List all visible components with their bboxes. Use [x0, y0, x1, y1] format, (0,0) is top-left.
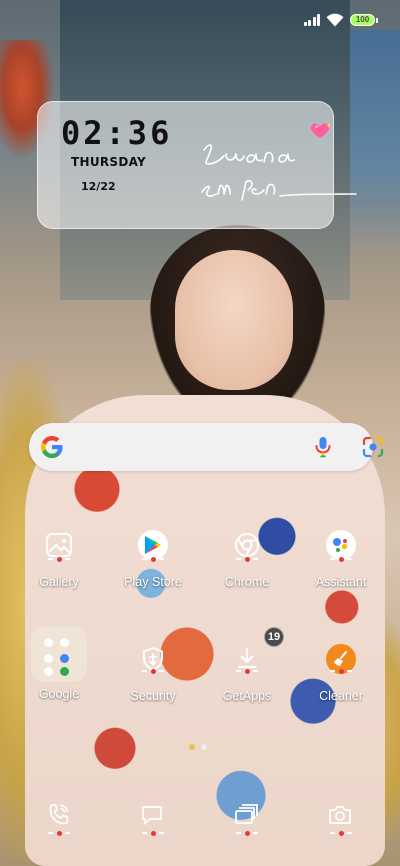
sparkling-heart-icon: [311, 123, 332, 138]
app-label-play-store: Play Store: [124, 575, 182, 589]
app-chrome[interactable]: Chrome: [200, 528, 294, 608]
camera-icon: [329, 806, 351, 824]
microphone-icon[interactable]: [314, 436, 332, 458]
app-security[interactable]: Security: [106, 642, 200, 722]
icon-ornament: [48, 556, 70, 562]
icon-ornament: [48, 830, 70, 836]
wallpaper-person-face: [175, 250, 293, 390]
dock-camera[interactable]: [320, 795, 360, 835]
app-label-cleaner: Cleaner: [319, 689, 363, 703]
icon-ornament: [236, 830, 258, 836]
icon-ornament: [142, 668, 164, 674]
app-label-assistant: Assistant: [315, 575, 367, 589]
clock-time: 02:36: [61, 114, 173, 152]
clock-date: 12/22: [81, 180, 116, 193]
battery-tip: [376, 17, 378, 23]
dock-recent-apps[interactable]: [226, 795, 266, 835]
app-folder-google[interactable]: Google: [12, 626, 106, 706]
icon-ornament: [142, 556, 164, 562]
icon-ornament: [330, 830, 352, 836]
icon-ornament: [236, 556, 258, 562]
page-indicator[interactable]: [189, 744, 207, 750]
app-play-store[interactable]: Play Store: [106, 528, 200, 608]
app-label-chrome: Chrome: [224, 575, 270, 589]
app-label-security: Security: [130, 689, 176, 703]
clock-widget[interactable]: 02:36 THURSDAY 12/22: [37, 101, 357, 229]
app-cleaner[interactable]: Cleaner: [294, 642, 388, 722]
handwritten-signature: [201, 144, 357, 201]
app-label-gallery: Gallery: [39, 575, 79, 589]
status-bar: 100: [0, 0, 400, 40]
signal-strength-icon: [303, 14, 320, 26]
dock-phone[interactable]: [39, 795, 79, 835]
page-dot[interactable]: [201, 744, 207, 750]
icon-ornament: [330, 668, 352, 674]
app-getapps[interactable]: 19 GetApps: [200, 627, 294, 722]
messages-icon: [142, 806, 162, 825]
folder-icon: [31, 626, 87, 682]
app-label-google: Google: [38, 687, 80, 701]
google-g-logo: [41, 436, 63, 458]
app-label-getapps: GetApps: [222, 689, 272, 703]
icon-ornament: [236, 668, 258, 674]
notification-badge: 19: [264, 627, 284, 647]
battery-level: 100: [350, 14, 375, 26]
app-gallery[interactable]: Gallery: [12, 528, 106, 608]
clock-day: THURSDAY: [71, 155, 147, 169]
battery-indicator: 100: [350, 14, 378, 26]
dock-messages[interactable]: [132, 795, 172, 835]
phone-icon: [49, 804, 69, 825]
google-search-bar[interactable]: [29, 423, 384, 471]
google-lens-icon[interactable]: [361, 435, 385, 459]
icon-ornament: [330, 556, 352, 562]
wifi-icon: [326, 13, 344, 27]
page-dot[interactable]: [189, 744, 195, 750]
recent-apps-icon: [235, 804, 258, 824]
icon-ornament: [142, 830, 164, 836]
app-assistant[interactable]: Assistant: [294, 528, 388, 608]
